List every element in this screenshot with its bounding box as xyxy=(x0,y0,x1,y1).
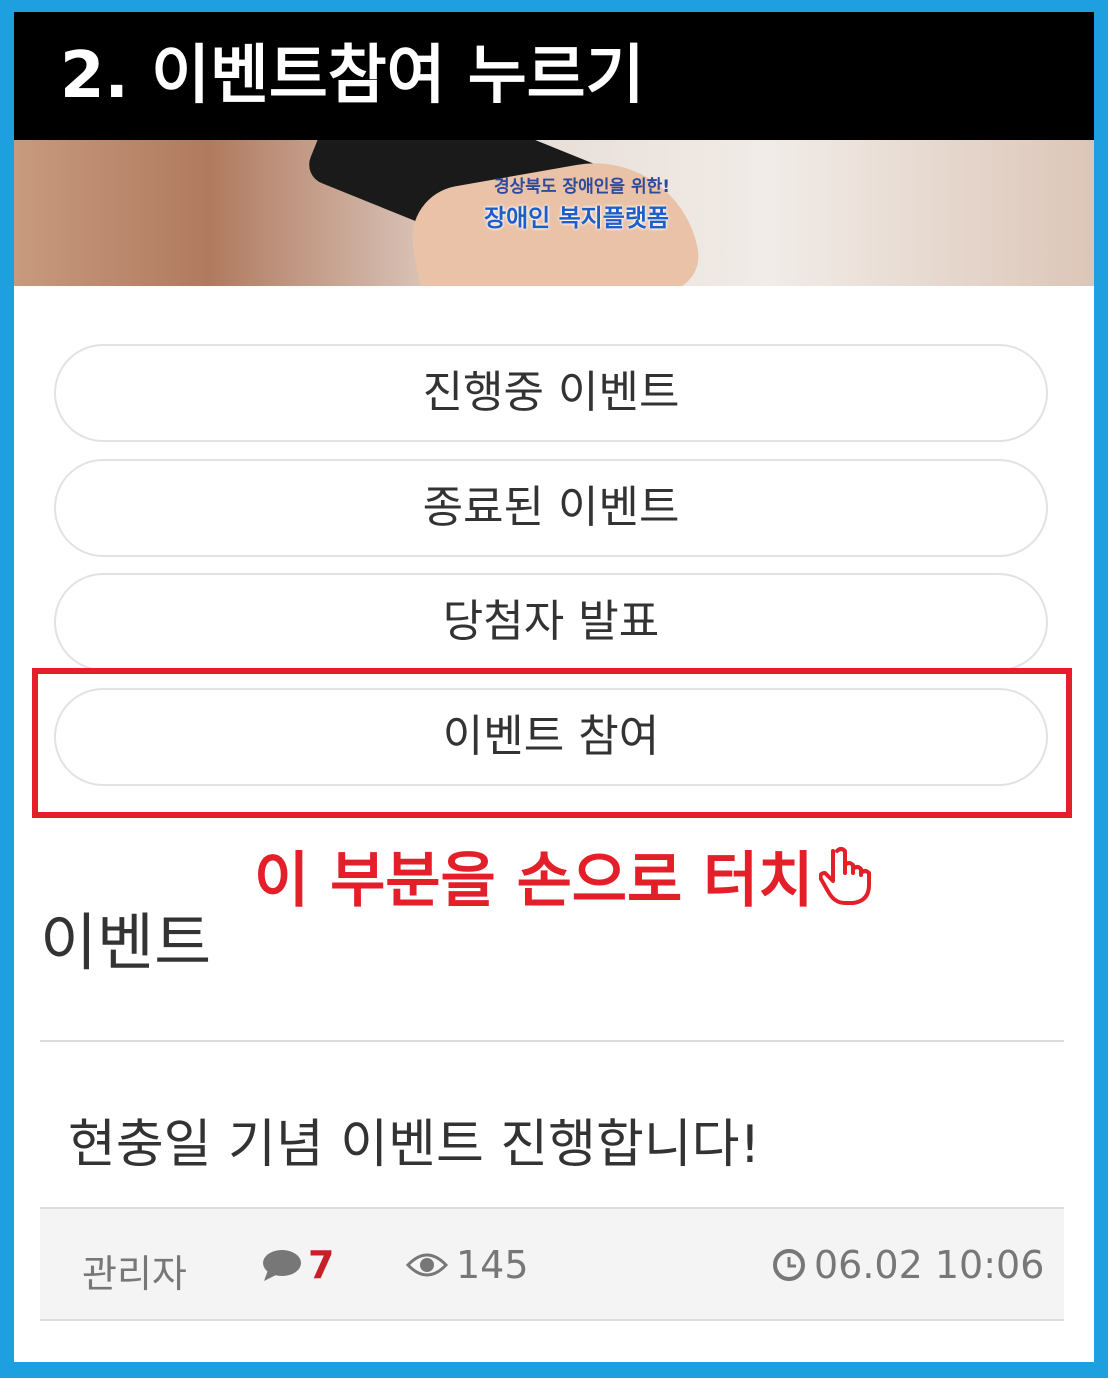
view-count: 145 xyxy=(406,1243,529,1287)
instruction-text: 이 부분을 손으로 터치 xyxy=(254,846,814,916)
eye-icon xyxy=(406,1253,448,1277)
view-count-value: 145 xyxy=(456,1243,529,1287)
post-author: 관리자 xyxy=(82,1252,187,1296)
comment-icon xyxy=(263,1250,301,1281)
banner-subtitle: 경상북도 장애인을 위한! xyxy=(494,177,670,197)
step-title: 2. 이벤트참여 누르기 xyxy=(14,12,1094,140)
comment-count-value: 7 xyxy=(308,1243,335,1287)
post-meta-bar: 관리자 7 145 06.02 10:06 xyxy=(40,1207,1064,1321)
ended-events-button[interactable]: 종료된 이벤트 xyxy=(54,459,1048,557)
comment-count: 7 xyxy=(262,1243,334,1287)
banner-image: 경상북도 장애인을 위한! 장애인 복지플랫폼 xyxy=(14,140,1094,286)
section-title: 이벤트 xyxy=(40,906,212,979)
post-datetime: 06.02 10:06 xyxy=(814,1243,1045,1287)
ongoing-events-button[interactable]: 진행중 이벤트 xyxy=(54,344,1048,442)
banner-title: 장애인 복지플랫폼 xyxy=(484,204,669,232)
post-title-link[interactable]: 현충일 기념 이벤트 진행합니다! xyxy=(68,1102,760,1177)
page-frame: 2. 이벤트참여 누르기 경상북도 장애인을 위한! 장애인 복지플랫폼 진행중… xyxy=(14,12,1094,1362)
touch-instruction: 이 부분을 손으로 터치 xyxy=(254,832,875,919)
post-date: 06.02 10:06 xyxy=(772,1243,1044,1287)
winners-announcement-button[interactable]: 당첨자 발표 xyxy=(54,573,1048,671)
pointing-hand-icon xyxy=(819,846,872,905)
divider xyxy=(40,1040,1064,1042)
clock-icon xyxy=(773,1249,805,1281)
highlight-box xyxy=(32,668,1072,818)
